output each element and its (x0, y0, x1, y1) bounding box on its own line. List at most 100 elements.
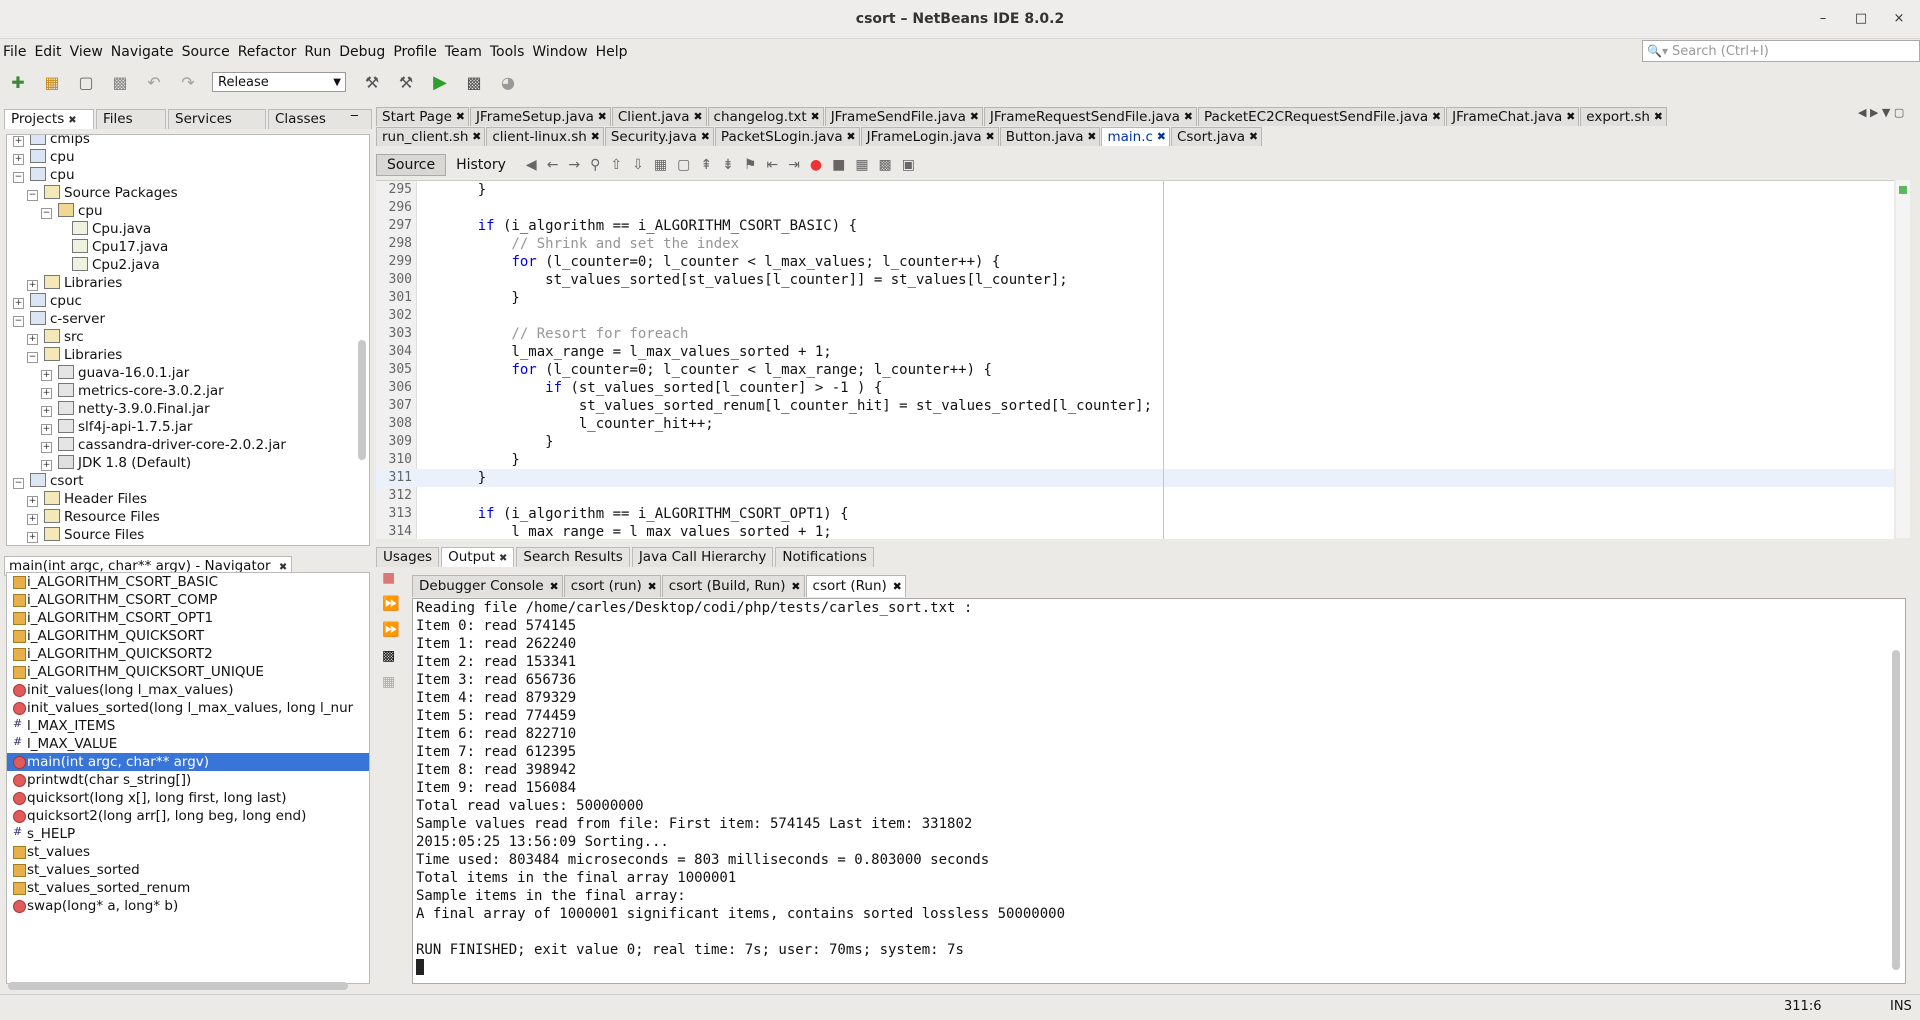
expand-toggle-icon[interactable]: + (13, 154, 24, 165)
expand-toggle-icon[interactable]: + (27, 496, 38, 507)
expand-toggle-icon[interactable]: + (27, 532, 38, 543)
tab-services[interactable]: Services (168, 109, 266, 129)
tree-node[interactable]: + Header Files (7, 490, 369, 508)
undo-icon[interactable]: ↶ (142, 70, 166, 94)
shift-right-icon[interactable]: ⇥ (788, 157, 800, 173)
minimize-button[interactable]: – (1806, 0, 1840, 38)
menu-file[interactable]: File (0, 44, 31, 60)
clean-build-icon[interactable]: ⚒ (394, 70, 418, 94)
editor-tab[interactable]: JFrameChat.java ✖ (1446, 107, 1580, 126)
redo-icon[interactable]: ↷ (176, 70, 200, 94)
navigator-scrollbar[interactable] (8, 982, 348, 990)
back-icon[interactable]: ← (547, 157, 559, 173)
navigator-item[interactable]: init_values(long l_max_values) (7, 681, 369, 699)
uncomment-icon[interactable]: ▩ (879, 157, 892, 173)
tab-notifications[interactable]: Notifications (775, 547, 874, 567)
close-icon[interactable]: ✖ (1087, 128, 1096, 146)
navigator-item[interactable]: # l_MAX_ITEMS (7, 717, 369, 735)
close-icon[interactable]: ✖ (591, 128, 600, 146)
expand-toggle-icon[interactable]: + (41, 406, 52, 417)
expand-toggle-icon[interactable]: + (41, 424, 52, 435)
navigator-item[interactable]: st_values (7, 843, 369, 861)
close-icon[interactable]: ✖ (1249, 128, 1258, 146)
expand-toggle-icon[interactable]: − (13, 316, 24, 327)
editor-tab[interactable]: client-linux.sh ✖ (486, 127, 604, 146)
navigator-item[interactable]: i_ALGORITHM_CSORT_COMP (7, 591, 369, 609)
tree-node[interactable]: + Resource Files (7, 508, 369, 526)
navigator-item[interactable]: quicksort2(long arr[], long beg, long en… (7, 807, 369, 825)
menu-refactor[interactable]: Refactor (235, 44, 302, 60)
output-tab[interactable]: csort (run) ✖ (563, 575, 661, 597)
close-button[interactable]: × (1882, 0, 1916, 38)
navigator-item[interactable]: # s_HELP (7, 825, 369, 843)
close-icon[interactable]: ✖ (701, 128, 710, 146)
navigator-item[interactable]: i_ALGORITHM_QUICKSORT_UNIQUE (7, 663, 369, 681)
menu-navigate[interactable]: Navigate (108, 44, 179, 60)
maximize-button[interactable]: □ (1844, 0, 1878, 38)
navigator-item[interactable]: st_values_sorted (7, 861, 369, 879)
find-previous-icon[interactable]: ⇧ (610, 157, 622, 173)
next-bookmark-icon[interactable]: ⇟ (722, 157, 734, 173)
expand-toggle-icon[interactable]: + (27, 334, 38, 345)
profile-icon[interactable]: ◕ (496, 70, 520, 94)
tree-node[interactable]: + cmips (7, 135, 369, 148)
minimize-panel-icon[interactable]: ⚊ (350, 108, 359, 119)
output-tab[interactable]: Debugger Console ✖ (412, 575, 563, 597)
stop-icon[interactable]: ■ (382, 570, 399, 586)
forward-icon[interactable]: → (568, 157, 580, 173)
menu-source[interactable]: Source (179, 44, 235, 60)
close-icon[interactable]: ✖ (1157, 128, 1166, 146)
expand-toggle-icon[interactable]: + (41, 370, 52, 381)
close-icon[interactable]: ✖ (598, 108, 607, 126)
navigator-item[interactable]: i_ALGORITHM_QUICKSORT2 (7, 645, 369, 663)
tree-node[interactable]: + src (7, 328, 369, 346)
menu-profile[interactable]: Profile (390, 44, 442, 60)
close-icon[interactable]: ✖ (1654, 108, 1663, 126)
output-console[interactable]: Reading file /home/carles/Desktop/codi/p… (412, 598, 1906, 984)
tree-node[interactable]: − Source Packages (7, 184, 369, 202)
editor-tab[interactable]: PacketSLogin.java ✖ (714, 127, 860, 146)
stop-macro-icon[interactable]: ■ (832, 157, 845, 173)
navigator-item[interactable]: init_values_sorted(long l_max_values, lo… (7, 699, 369, 717)
close-icon[interactable]: ✖ (810, 108, 819, 126)
close-icon[interactable]: ✖ (472, 128, 481, 146)
clear-icon[interactable]: ▦ (382, 674, 399, 690)
run-icon[interactable]: ▶ (428, 70, 452, 94)
navigator-item[interactable]: quicksort(long x[], long first, long las… (7, 789, 369, 807)
tree-node[interactable]: + Libraries (7, 274, 369, 292)
new-file-icon[interactable]: ✚ (6, 70, 30, 94)
expand-toggle-icon[interactable]: − (13, 478, 24, 489)
navigator-item[interactable]: main(int argc, char** argv) (7, 753, 369, 771)
shift-left-icon[interactable]: ⇤ (766, 157, 778, 173)
menu-team[interactable]: Team (442, 44, 487, 60)
search-box[interactable]: 🔍▾ Search (Ctrl+I) (1642, 40, 1920, 62)
expand-toggle-icon[interactable]: + (41, 460, 52, 471)
open-project-icon[interactable]: ▢ (74, 70, 98, 94)
tree-node[interactable]: Cpu.java (7, 220, 369, 238)
navigator-item[interactable]: printwdt(char s_string[]) (7, 771, 369, 789)
editor-tab[interactable]: Client.java ✖ (611, 107, 707, 126)
navigator-item[interactable]: # l_MAX_VALUE (7, 735, 369, 753)
editor-tab[interactable]: Start Page ✖ (376, 107, 469, 126)
navigator-item[interactable]: i_ALGORITHM_CSORT_BASIC (7, 573, 369, 591)
last-edit-icon[interactable]: ◀ (526, 157, 537, 173)
editor-tab[interactable]: Security.java ✖ (604, 127, 714, 146)
close-icon[interactable]: ✖ (893, 576, 902, 597)
input-cursor[interactable] (413, 959, 1905, 977)
navigator-item[interactable]: i_ALGORITHM_CSORT_OPT1 (7, 609, 369, 627)
find-icon[interactable]: ⚲ (590, 157, 600, 173)
tree-node[interactable]: + JDK 1.8 (Default) (7, 454, 369, 472)
menu-edit[interactable]: Edit (31, 44, 66, 60)
close-icon[interactable]: ✖ (970, 108, 979, 126)
prev-bookmark-icon[interactable]: ⇞ (700, 157, 712, 173)
navigator-item[interactable]: st_values_sorted_renum (7, 879, 369, 897)
editor-tab[interactable]: JFrameRequestSendFile.java ✖ (983, 107, 1197, 126)
tab-output[interactable]: Output ✖ (441, 547, 515, 567)
editor-tab[interactable]: PacketEC2CRequestSendFile.java ✖ (1197, 107, 1446, 126)
expand-toggle-icon[interactable]: + (27, 514, 38, 525)
tree-node[interactable]: + cpu (7, 148, 369, 166)
find-next-icon[interactable]: ⇩ (632, 157, 644, 173)
expand-toggle-icon[interactable]: + (41, 388, 52, 399)
tree-node[interactable]: + guava-16.0.1.jar (7, 364, 369, 382)
tree-node[interactable]: + netty-3.9.0.Final.jar (7, 400, 369, 418)
